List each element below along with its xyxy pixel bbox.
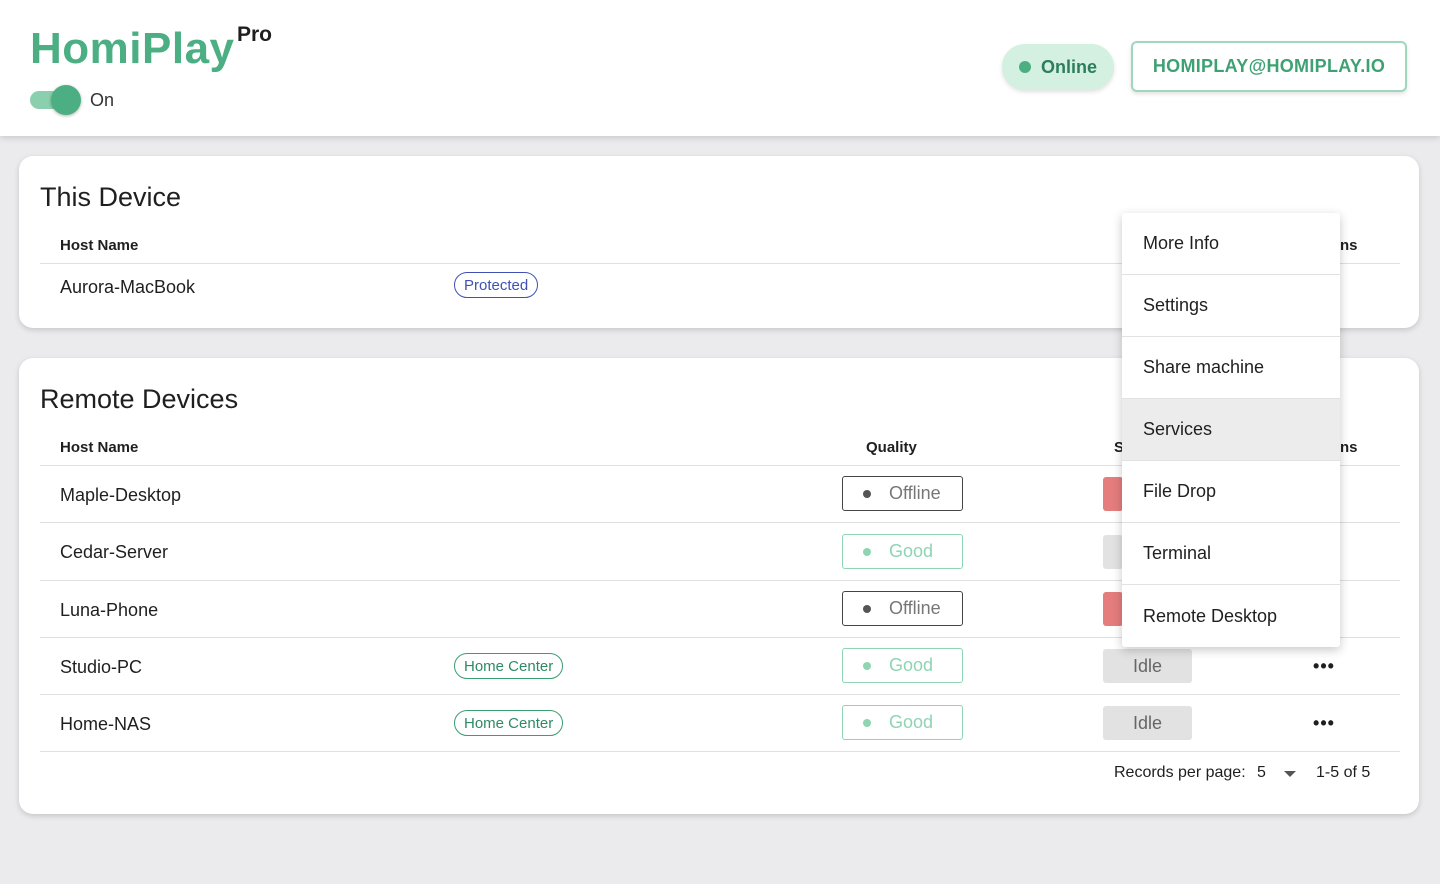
column-header-quality: Quality [866, 439, 917, 456]
records-per-page-select[interactable]: 5 [1257, 764, 1266, 782]
quality-label: Good [889, 712, 934, 732]
column-header-host-name: Host Name [60, 439, 139, 456]
table-row-divider [40, 751, 1400, 752]
status-dot-icon [1018, 61, 1031, 73]
brand-logo: HomiPlay [30, 24, 235, 73]
menu-item-file-drop[interactable]: File Drop [1122, 461, 1340, 523]
quality-badge: Good [842, 534, 963, 569]
menu-item-terminal[interactable]: Terminal [1122, 523, 1340, 585]
protected-tag: Protected [454, 272, 539, 298]
quality-label: Good [889, 655, 934, 675]
online-status-label: Online [1040, 56, 1097, 77]
status-chip: Idle [1103, 649, 1192, 683]
toggle-label: On [90, 90, 115, 110]
quality-label: Offline [889, 598, 941, 618]
column-header-host-name: Host Name [60, 237, 139, 254]
context-menu: More Info Settings Share machine Service… [1122, 213, 1340, 647]
status-chip [1103, 477, 1123, 511]
menu-item-remote-desktop[interactable]: Remote Desktop [1122, 585, 1340, 647]
column-header-actions: ns [1340, 237, 1358, 254]
remote-devices-title: Remote Devices [40, 384, 239, 414]
app-header: HomiPlay Pro On Online HOMIPLAY@HOMIPLAY… [0, 0, 1440, 136]
menu-item-services[interactable]: Services [1122, 399, 1340, 461]
quality-dot-icon [863, 489, 871, 498]
quality-label: Good [889, 541, 934, 561]
host-name: Luna-Phone [60, 600, 159, 620]
menu-item-share-machine[interactable]: Share machine [1122, 337, 1340, 399]
quality-badge: Good [842, 648, 963, 683]
more-actions-button[interactable]: ••• [1309, 656, 1339, 676]
pro-badge: Pro [237, 23, 273, 46]
host-name: Cedar-Server [60, 542, 169, 562]
chevron-down-icon[interactable] [1284, 771, 1296, 777]
online-status-badge: Online [1002, 44, 1114, 90]
records-per-page-label: Records per page: [1114, 764, 1246, 781]
this-device-title: This Device [40, 182, 182, 212]
more-actions-button[interactable]: ••• [1309, 713, 1339, 733]
menu-item-more-info[interactable]: More Info [1122, 213, 1340, 275]
home-center-tag: Home Center [454, 653, 564, 679]
quality-dot-icon [863, 547, 871, 556]
menu-item-settings[interactable]: Settings [1122, 275, 1340, 337]
pagination-range: 1-5 of 5 [1316, 764, 1371, 781]
quality-badge: Good [842, 705, 963, 740]
quality-dot-icon [863, 604, 871, 613]
status-chip: Idle [1103, 706, 1192, 740]
quality-label: Offline [889, 483, 941, 503]
column-header-actions: ns [1340, 439, 1358, 456]
host-name: Home-NAS [60, 714, 152, 734]
host-name: Maple-Desktop [60, 485, 182, 505]
home-center-tag: Home Center [454, 710, 564, 736]
account-email-button[interactable]: HOMIPLAY@HOMIPLAY.IO [1131, 41, 1407, 92]
status-chip [1103, 535, 1123, 569]
table-row-divider [40, 694, 1400, 695]
status-chip [1103, 592, 1123, 626]
quality-dot-icon [863, 661, 871, 670]
power-toggle[interactable] [30, 85, 81, 115]
quality-dot-icon [863, 718, 871, 727]
quality-badge: Offline [842, 476, 963, 511]
host-name: Aurora-MacBook [60, 277, 196, 297]
host-name: Studio-PC [60, 657, 143, 677]
toggle-thumb [51, 85, 81, 115]
quality-badge: Offline [842, 591, 963, 626]
